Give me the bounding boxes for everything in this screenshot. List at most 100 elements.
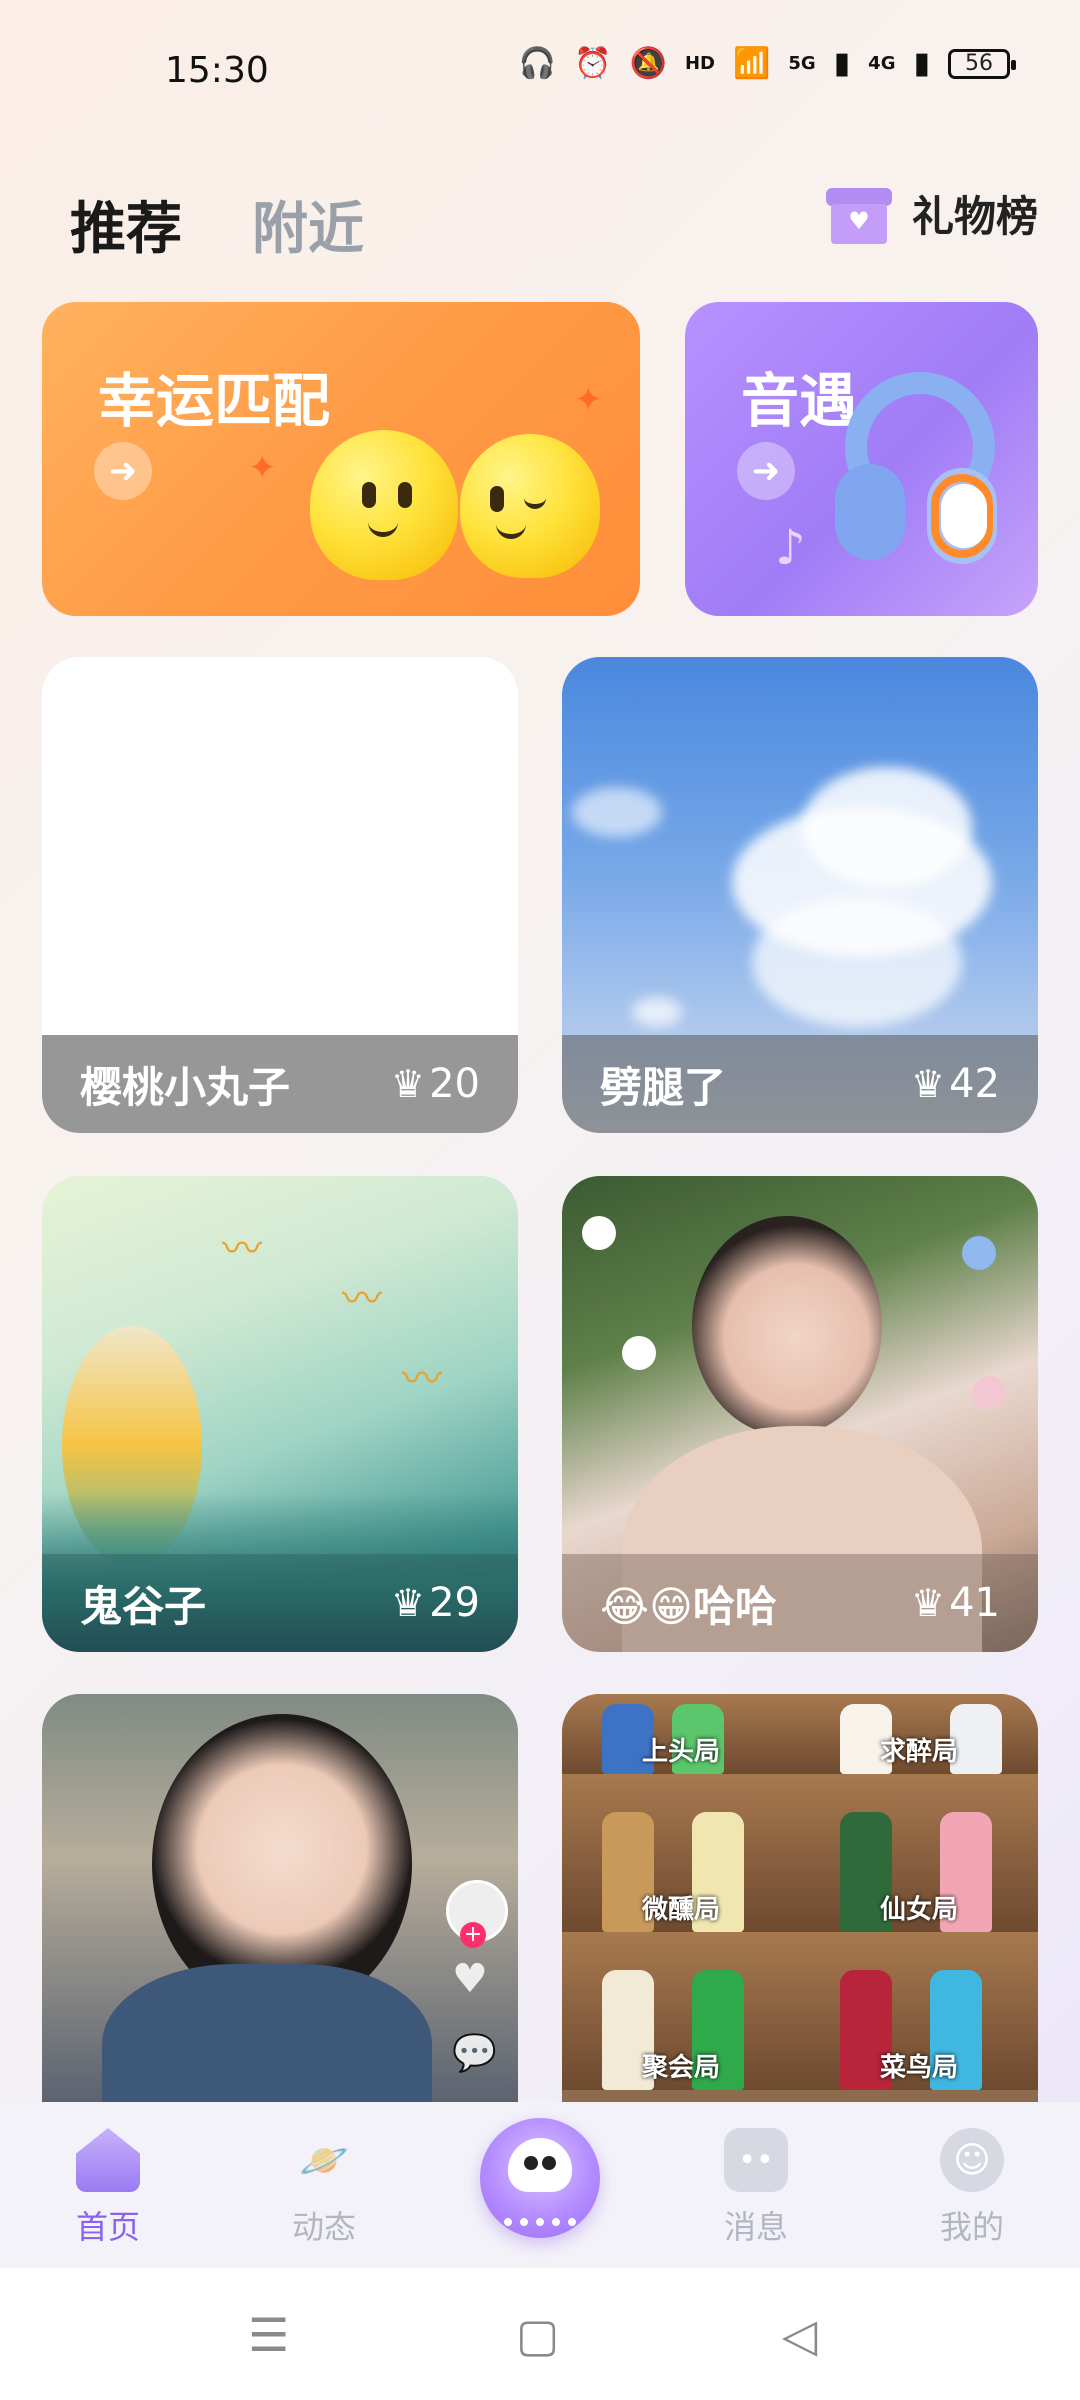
nav-moments[interactable]: 🪐 动态 (264, 2128, 384, 2248)
nav-messages-label: 消息 (723, 2208, 788, 2246)
nav-profile-label: 我的 (939, 2208, 1004, 2246)
cloud-shape (802, 767, 972, 887)
room-card[interactable]: 劈腿了 ♛ 42 (562, 657, 1038, 1133)
octopus-eye (524, 2156, 538, 2170)
heart-icon[interactable]: ♥ (452, 1956, 488, 2002)
drink-cell: 微醺局 (562, 1774, 800, 1932)
network-4g-label: 4G (868, 53, 896, 74)
status-icons: 🎧 ⏰ 🔕 HD 📶 5G ▮ 4G ▮ 56 (518, 46, 1016, 81)
battery-level: 56 (965, 51, 993, 76)
drink-label: 菜鸟局 (879, 2053, 958, 2083)
back-triangle-icon[interactable]: ◁ (782, 2308, 817, 2362)
nav-moments-label: 动态 (291, 2208, 356, 2246)
alarm-icon: ⏰ (574, 46, 612, 81)
nav-home-label: 首页 (75, 2208, 140, 2246)
yellow-mascot-left (310, 430, 458, 580)
room-count: ♛ 29 (391, 1580, 480, 1626)
hd-icon: HD (684, 53, 715, 74)
members-icon: ♛ (391, 1581, 426, 1625)
top-header: 推荐 附近 ♥ 礼物榜 (0, 170, 1080, 270)
lucky-match-banner[interactable]: 幸运匹配 ➜ ✦ ✦ (42, 302, 640, 616)
headphones-illustration (835, 372, 1005, 572)
drink-cell: 上头局 (562, 1694, 800, 1774)
battery-icon: 56 (948, 48, 1016, 79)
flower-shape (962, 1236, 996, 1270)
drink-label: 微醺局 (641, 1895, 720, 1925)
drink-label: 聚会局 (641, 2053, 720, 2083)
nav-profile[interactable]: ☺ 我的 (912, 2128, 1032, 2248)
room-name: 劈腿了 (600, 1062, 727, 1112)
octopus-icon (508, 2138, 572, 2192)
octopus-center-button[interactable] (480, 2118, 600, 2238)
gift-box-icon: ♥ (825, 180, 892, 246)
flower-shape (582, 1216, 616, 1250)
drink-cell: 求醉局 (800, 1694, 1038, 1774)
cloud-shape (632, 997, 682, 1027)
room-card[interactable]: 😂😁哈哈 ♛ 41 (562, 1176, 1038, 1652)
wifi-icon: 📶 (732, 46, 771, 81)
room-caption: 鬼谷子 ♛ 29 (42, 1554, 518, 1652)
room-count: ♛ 41 (911, 1580, 1000, 1626)
members-icon: ♛ (911, 1581, 946, 1625)
room-count-value: 41 (949, 1580, 1000, 1626)
room-caption: 樱桃小丸子 ♛ 20 (42, 1035, 518, 1133)
flower-shape (972, 1376, 1006, 1410)
nav-home[interactable]: 首页 (48, 2128, 168, 2248)
gift-ranking-label: 礼物榜 (911, 191, 1038, 241)
sparkle-icon: ✦ (248, 448, 277, 488)
cloud-shape (572, 787, 662, 837)
signal-icon: ▮ (833, 46, 851, 81)
cloud-shape (752, 897, 962, 1027)
bird-icon: 〰 (402, 1356, 442, 1402)
room-count-value: 29 (429, 1580, 480, 1626)
arrow-right-icon: ➜ (737, 442, 795, 500)
yellow-mascot-right (460, 434, 600, 578)
drink-label: 仙女局 (879, 1895, 958, 1925)
menu-icon[interactable]: ☰ (248, 2308, 289, 2362)
music-note-icon: ♪ (775, 520, 806, 576)
nav-messages[interactable]: •• 消息 (696, 2128, 816, 2248)
bird-icon: 〰 (222, 1226, 262, 1272)
room-name: 樱桃小丸子 (80, 1062, 291, 1112)
music-meet-banner[interactable]: 音遇 ➜ ♪ (685, 302, 1038, 616)
lucky-match-title: 幸运匹配 (98, 367, 331, 435)
system-nav-bar: ☰ ▢ ◁ (0, 2268, 1080, 2400)
home-square-icon[interactable]: ▢ (516, 2308, 559, 2362)
network-5g-label: 5G (788, 53, 816, 74)
room-count: ♛ 42 (911, 1061, 1000, 1107)
room-name: 鬼谷子 (80, 1581, 207, 1631)
mute-icon: 🔕 (629, 46, 667, 81)
bird-icon: 〰 (342, 1276, 382, 1322)
signal-icon: ▮ (913, 46, 930, 81)
person-body (102, 1964, 432, 2102)
room-caption: 😂😁哈哈 ♛ 41 (562, 1554, 1038, 1652)
room-card[interactable]: 樱桃小丸子 ♛ 20 (42, 657, 518, 1133)
drink-label: 求醉局 (879, 1737, 958, 1767)
room-card[interactable]: 〰 〰 〰 鬼谷子 ♛ 29 (42, 1176, 518, 1652)
drink-cell: 聚会局 (562, 1932, 800, 2090)
status-bar: 15:30 🎧 ⏰ 🔕 HD 📶 5G ▮ 4G ▮ 56 (0, 0, 1080, 140)
flower-shape (622, 1336, 656, 1370)
person-portrait (692, 1216, 882, 1436)
gift-ranking-button[interactable]: ♥ 礼物榜 (825, 180, 1038, 246)
status-time: 15:30 (165, 50, 269, 91)
video-card[interactable]: + ♥ 💬 (42, 1694, 518, 2102)
room-count: ♛ 20 (391, 1061, 480, 1107)
octopus-legs (504, 2188, 576, 2226)
tab-nearby[interactable]: 附近 (252, 184, 364, 265)
video-card[interactable]: 上头局 求醉局 微醺局 仙女局 聚会局 菜鸟局 (562, 1694, 1038, 2102)
members-icon: ♛ (391, 1062, 426, 1106)
home-icon (76, 2128, 140, 2192)
follow-plus-icon[interactable]: + (460, 1922, 486, 1948)
drink-cell: 菜鸟局 (800, 1932, 1038, 2090)
octopus-eye (542, 2156, 556, 2170)
arrow-right-icon: ➜ (94, 442, 152, 500)
room-count-value: 42 (949, 1061, 1000, 1107)
room-name: 😂😁哈哈 (600, 1581, 777, 1631)
comment-icon[interactable]: 💬 (452, 2032, 497, 2074)
members-icon: ♛ (911, 1062, 946, 1106)
drink-cell: 仙女局 (800, 1774, 1038, 1932)
message-icon: •• (724, 2128, 788, 2192)
tab-recommend[interactable]: 推荐 (70, 184, 182, 265)
headphones-icon: 🎧 (518, 46, 557, 81)
